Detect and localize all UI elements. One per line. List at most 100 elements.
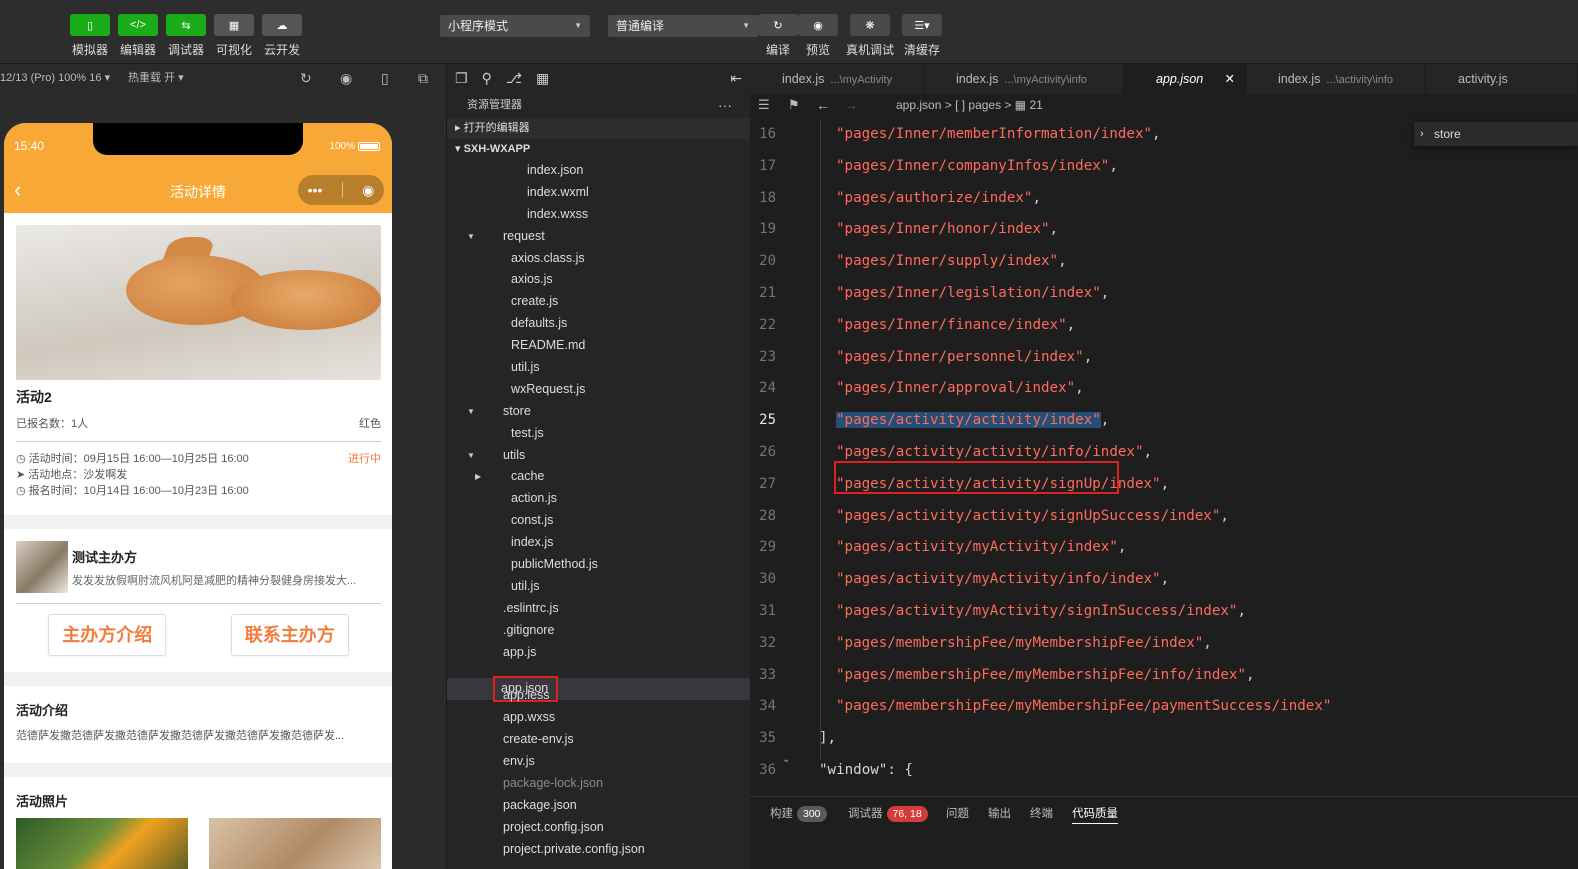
editor-toggle-button[interactable]: </> 编辑器 [118,14,158,58]
files-icon[interactable]: ❐ [455,70,468,87]
panel-tab[interactable]: 调试器 76, 18 [848,805,928,822]
organizer-card[interactable]: 测试主办方 发发发放假啊肘流风机阿是减肥的精神分裂健身房接发大... [16,541,381,604]
phone-icon[interactable]: ▯ [381,64,389,92]
close-icon[interactable]: ✕ [1225,64,1235,94]
cloud-icon: ☁ [262,14,302,36]
tree-item-label: README.md [511,338,586,353]
tree-item[interactable]: ▼ utils [447,445,750,467]
panel-tab[interactable]: 构建 300 [770,805,827,822]
tree-item[interactable]: app.wxss [447,707,750,729]
visual-toggle-button[interactable]: ▦ 可视化 [214,14,254,58]
contact-organizer-button[interactable]: 联系主办方 [230,614,349,656]
panel-tab[interactable]: 代码质量 [1072,805,1118,824]
refresh-icon[interactable]: ↻ [300,64,312,92]
editor-tab[interactable]: activity.js [1426,64,1578,94]
project-section[interactable]: ▾ SXH-WXAPP [447,139,750,160]
device-select[interactable]: 12/13 (Pro) 100% 16 ▾ [0,64,110,92]
chevron-down-icon: ▼ [467,231,475,241]
tree-item[interactable]: publicMethod.js [447,554,750,576]
tree-item[interactable]: index.wxml [447,182,750,204]
tree-item-label: create-env.js [503,732,574,747]
clear-cache-button[interactable]: ☰▾ 清缓存 [902,14,942,58]
tree-item[interactable]: index.json [447,160,750,182]
tree-item[interactable]: util.js [447,576,750,598]
close-circle-icon[interactable]: ◉ [362,182,374,199]
tree-item[interactable]: project.config.json [447,817,750,839]
tree-item[interactable]: project.private.config.json [447,839,750,861]
tree-item[interactable]: app.less [447,685,750,707]
organizer-intro-button[interactable]: 主办方介绍 [48,614,167,656]
code-line: "pages/activity/myActivity/index", [836,539,1127,556]
tree-item[interactable]: test.js [447,423,750,445]
back-arrow-icon[interactable]: ← [816,94,830,116]
code-area[interactable]: ⌄ 16 "pages/Inner/memberInformation/index… [750,120,1578,796]
tree-item[interactable]: index.wxss [447,204,750,226]
panel-tab[interactable]: 输出 [988,805,1011,821]
tree-item[interactable]: .gitignore [447,620,750,642]
find-widget[interactable]: › store [1414,122,1578,146]
line-number: 18 [759,189,776,206]
tree-item-label: util.js [511,360,540,375]
tree-item[interactable]: wxRequest.js [447,379,750,401]
panel-tab[interactable]: 终端 [1030,805,1053,821]
chevron-right-icon[interactable]: › [1420,122,1424,146]
editor-tab[interactable]: index.js ...\myActivity\info [924,64,1124,94]
extensions-icon[interactable]: ▦ [536,70,549,87]
tree-item[interactable]: env.js [447,751,750,773]
remote-debug-button[interactable]: ❋ 真机调试 [846,14,894,58]
activity-photo[interactable] [16,818,188,869]
simulator-toggle-button[interactable]: ▯ 模拟器 [70,14,110,58]
editor-tab[interactable]: index.js ...\myActivity [750,64,924,94]
code-line: "window": { [819,762,913,778]
source-control-icon[interactable]: ⎇ [506,70,522,87]
more-icon[interactable]: ··· [718,92,732,118]
tree-item[interactable]: defaults.js [447,313,750,335]
layers-icon: ☰▾ [902,14,942,36]
stop-icon[interactable]: ◉ [340,64,352,92]
popout-icon[interactable]: ⧉ [418,64,428,92]
fold-chevron-icon[interactable]: ⌄ [782,754,790,765]
menu-capsule[interactable]: ••• ◉ [298,175,384,205]
editor-tab[interactable]: app.json ✕ [1124,64,1246,94]
tree-item[interactable]: action.js [447,488,750,510]
tree-item[interactable]: package.json [447,795,750,817]
tree-item[interactable]: axios.js [447,269,750,291]
panel-tab[interactable]: 问题 [946,805,969,821]
editor-tab[interactable]: index.js ...\activity\info [1246,64,1426,94]
activity-photo[interactable] [209,818,381,869]
mode-select[interactable]: 小程序模式 ▼ [440,15,590,37]
compile-mode-select[interactable]: 普通编译 ▼ [608,15,758,37]
tree-item[interactable]: ▶ cache [447,466,750,488]
tree-item[interactable]: util.js [447,357,750,379]
clock-icon: ◷ [16,453,29,465]
organizer-desc: 发发发放假啊肘流风机阿是减肥的精神分裂健身房接发大... [72,575,357,587]
tree-item[interactable]: ▼ store [447,401,750,423]
more-dots-icon[interactable]: ••• [308,182,323,198]
search-icon[interactable]: ⚲ [482,70,492,87]
tree-item-label: .eslintrc.js [503,600,559,615]
collapse-panel-icon[interactable]: ⇤ [730,70,742,87]
list-icon[interactable]: ☰ [758,94,770,116]
tree-item[interactable]: axios.class.js [447,248,750,270]
tree-item[interactable]: ▼ request [447,226,750,248]
editor-tabs: index.js ...\myActivity index.js ...\myActi… [750,64,1578,94]
cloud-dev-button[interactable]: ☁ 云开发 [262,14,302,58]
line-number: 28 [759,507,776,524]
forward-arrow-icon[interactable]: → [844,94,858,116]
tree-item[interactable]: README.md [447,335,750,357]
tree-item[interactable]: .eslintrc.js [447,598,750,620]
tree-item[interactable]: app.js [447,642,750,664]
file-explorer: ❐ ⚲ ⎇ ▦ ⇤ 资源管理器 ··· ▸ 打开的编辑器 ▾ SXH-WXAPP… [446,64,750,869]
bookmark-icon[interactable]: ⚑ [788,94,800,116]
tree-item[interactable]: package-lock.json [447,773,750,795]
section-divider [4,515,392,529]
tree-item[interactable]: create-env.js [447,729,750,751]
tree-item[interactable]: create.js [447,291,750,313]
debugger-toggle-button[interactable]: ⇆ 调试器 [166,14,206,58]
hotreload-select[interactable]: 热重载 开 ▾ [128,64,184,92]
code-line: "pages/Inner/personnel/index", [836,348,1093,365]
open-editors-section[interactable]: ▸ 打开的编辑器 [447,118,750,139]
preview-button[interactable]: ◉ 预览 [798,14,838,58]
tree-item[interactable]: index.js [447,532,750,554]
tree-item[interactable]: const.js [447,510,750,532]
